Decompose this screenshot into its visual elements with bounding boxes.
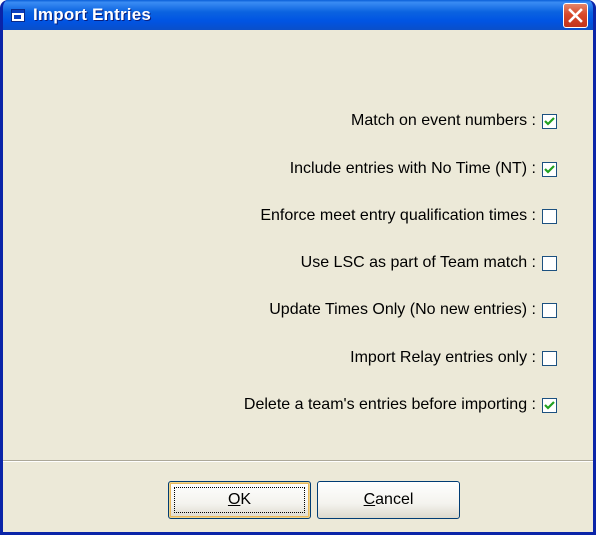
use-lsc-team-match-checkbox[interactable] xyxy=(542,255,557,271)
option-delete-team-entries[interactable]: Delete a team's entries before importing… xyxy=(244,395,557,415)
option-label: Enforce meet entry qualification times : xyxy=(260,207,536,224)
import-entries-dialog: Import Entries Match on event numbers : … xyxy=(0,0,596,535)
ok-button[interactable]: OK xyxy=(168,481,311,519)
checkmark-icon xyxy=(544,164,555,174)
focus-ring xyxy=(174,487,305,513)
option-match-event-numbers[interactable]: Match on event numbers : xyxy=(351,111,557,131)
option-label: Include entries with No Time (NT) : xyxy=(289,160,536,177)
cancel-button-label: Cancel xyxy=(364,491,414,509)
dialog-body: Match on event numbers : Include entries… xyxy=(3,30,593,532)
close-button[interactable] xyxy=(563,3,588,28)
cancel-button[interactable]: Cancel xyxy=(317,481,460,519)
option-label: Match on event numbers : xyxy=(351,112,536,129)
option-import-relay-only[interactable]: Import Relay entries only : xyxy=(350,348,557,368)
title-bar[interactable]: Import Entries xyxy=(3,0,593,30)
option-label: Import Relay entries only : xyxy=(350,349,536,366)
button-separator xyxy=(3,460,593,462)
option-include-no-time[interactable]: Include entries with No Time (NT) : xyxy=(290,159,557,179)
match-event-numbers-checkbox[interactable] xyxy=(542,113,557,129)
window-title: Import Entries xyxy=(33,5,152,24)
include-no-time-checkbox[interactable] xyxy=(542,161,557,177)
option-enforce-qualification-times[interactable]: Enforce meet entry qualification times : xyxy=(260,206,557,226)
close-icon xyxy=(568,8,583,23)
options-list: Match on event numbers : Include entries… xyxy=(3,30,593,460)
cancel-accelerator: C xyxy=(363,491,376,508)
checkmark-icon xyxy=(544,116,555,126)
delete-team-entries-checkbox[interactable] xyxy=(542,397,557,413)
import-relay-only-checkbox[interactable] xyxy=(542,350,557,366)
option-label: Update Times Only (No new entries) : xyxy=(269,301,536,318)
update-times-only-checkbox[interactable] xyxy=(542,302,557,318)
checkmark-icon xyxy=(544,400,555,410)
option-label: Use LSC as part of Team match : xyxy=(300,254,536,271)
option-label: Delete a team's entries before importing… xyxy=(243,396,536,413)
cancel-label-rest: ancel xyxy=(375,491,414,508)
enforce-qualification-times-checkbox[interactable] xyxy=(542,208,557,224)
option-use-lsc-team-match[interactable]: Use LSC as part of Team match : xyxy=(301,253,557,273)
window-icon xyxy=(11,9,25,22)
option-update-times-only[interactable]: Update Times Only (No new entries) : xyxy=(269,300,557,320)
